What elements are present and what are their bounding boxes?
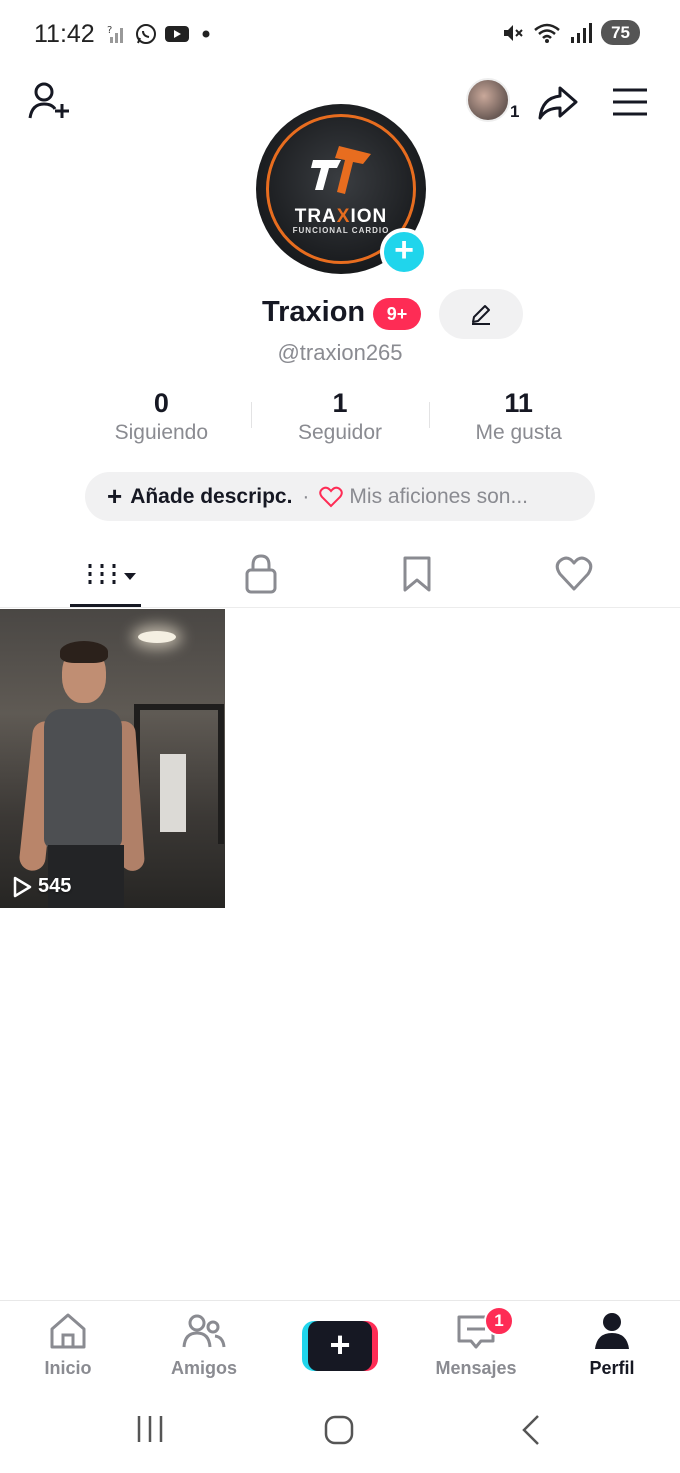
stat-label: Me gusta	[475, 421, 562, 444]
create-button-plus: +	[308, 1321, 372, 1371]
friends-icon	[182, 1314, 226, 1348]
notification-badge[interactable]: 9+	[373, 298, 421, 330]
thumb-lamp	[138, 631, 176, 643]
no-signal-icon: ?	[107, 25, 123, 43]
whatsapp-icon	[136, 24, 156, 44]
nav-home-label: Inicio	[44, 1358, 92, 1378]
play-icon	[13, 876, 32, 897]
stat-label: Seguidor	[297, 421, 383, 444]
status-right-icons: 75	[501, 20, 640, 45]
add-avatar-button[interactable]: +	[380, 228, 428, 276]
thumb-hair	[60, 641, 108, 663]
traxion-logo-mark	[311, 146, 371, 194]
logo-word-a: TRA	[294, 206, 337, 227]
home-icon	[50, 1313, 86, 1349]
content-tabs	[0, 542, 680, 608]
stat-likes[interactable]: 11 Me gusta	[429, 388, 608, 448]
tab-videos-grid-icon[interactable]	[86, 552, 138, 596]
profile-icon	[595, 1313, 629, 1349]
wifi-icon	[534, 23, 560, 43]
stat-value: 1	[332, 388, 348, 418]
status-left-icons: ?	[106, 22, 212, 46]
stat-value: 11	[504, 388, 533, 418]
recent-apps-icon[interactable]	[134, 1413, 166, 1445]
pencil-icon	[472, 305, 490, 325]
signal-icon	[571, 22, 593, 43]
plus-icon: +	[107, 481, 123, 511]
logo-word-b: X	[336, 206, 351, 227]
stat-label: Siguiendo	[114, 421, 209, 444]
thumb-window	[160, 754, 186, 832]
tab-saved-bookmark-icon[interactable]	[402, 552, 432, 596]
dot-icon	[202, 30, 210, 38]
battery-indicator: 75	[601, 20, 640, 45]
nav-messages-label: Mensajes	[435, 1358, 517, 1378]
youtube-icon	[165, 26, 189, 42]
story-avatar[interactable]	[466, 78, 510, 122]
create-video-button[interactable]: +	[302, 1321, 378, 1371]
bottom-navigation: Inicio Amigos + Mensajes 1 Perfil	[0, 1300, 680, 1395]
home-button-icon[interactable]	[322, 1413, 356, 1447]
active-tab-indicator	[70, 604, 141, 607]
video-thumbnail[interactable]: 545	[0, 609, 225, 908]
heart-icon	[319, 486, 344, 507]
nav-profile-label: Perfil	[589, 1358, 635, 1378]
menu-icon[interactable]	[610, 84, 650, 120]
stat-following[interactable]: 0 Siguiendo	[72, 388, 251, 448]
nav-friends[interactable]: Amigos	[149, 1311, 259, 1379]
hobbies-label[interactable]: Mis aficiones son...	[349, 485, 528, 509]
profile-handle: @traxion265	[277, 340, 403, 365]
view-count-value: 545	[38, 875, 72, 897]
logo-word-c: ION	[350, 206, 388, 227]
nav-messages[interactable]: Mensajes	[421, 1311, 531, 1379]
android-system-nav	[0, 1395, 680, 1473]
svg-text:?: ?	[107, 25, 112, 36]
tab-private-lock-icon[interactable]	[244, 552, 278, 596]
messages-badge: 1	[484, 1306, 514, 1336]
edit-profile-button[interactable]	[439, 289, 523, 339]
bio-pill[interactable]: + Añade descripc. · Mis aficiones son...	[85, 472, 595, 521]
add-friend-icon[interactable]	[26, 78, 74, 126]
video-view-count: 545	[12, 875, 71, 898]
stat-followers[interactable]: 1 Seguidor	[250, 388, 430, 448]
status-bar: 11:42 ? 75	[0, 0, 680, 70]
profile-name: Traxion	[262, 296, 366, 328]
profile-stats: 0 Siguiendo 1 Seguidor 11 Me gusta	[72, 388, 608, 448]
separator: ·	[302, 484, 310, 508]
story-count: 1	[510, 102, 520, 121]
thumb-torso	[44, 709, 122, 849]
tab-liked-heart-icon[interactable]	[555, 552, 593, 596]
status-time: 11:42	[34, 20, 95, 48]
mute-icon	[504, 24, 523, 41]
nav-profile[interactable]: Perfil	[557, 1311, 667, 1379]
nav-home[interactable]: Inicio	[13, 1311, 123, 1379]
share-icon[interactable]	[536, 80, 580, 124]
back-icon[interactable]	[516, 1413, 544, 1447]
avatar-logo-word: TRAXION	[256, 206, 426, 228]
add-description-label[interactable]: Añade descripc.	[130, 485, 292, 509]
stat-value: 0	[153, 388, 169, 418]
nav-friends-label: Amigos	[170, 1358, 237, 1378]
